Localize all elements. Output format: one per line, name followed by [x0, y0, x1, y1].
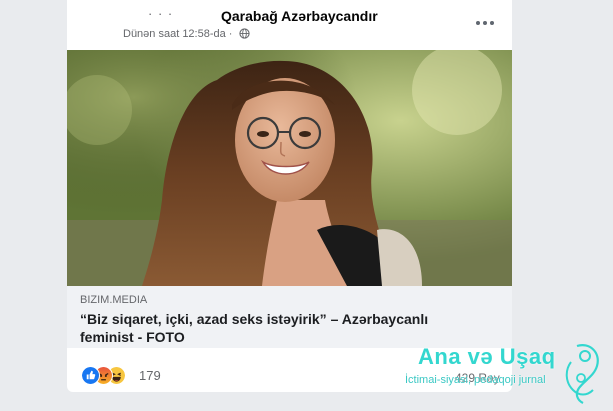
author-name[interactable]: Qarabağ Azərbaycandır [221, 8, 378, 24]
link-title[interactable]: “Biz siqaret, içki, azad seks istəyirik”… [80, 310, 480, 346]
watermark-title: Ana və Uşaq [418, 344, 556, 369]
more-horizontal-icon [476, 21, 480, 25]
post-card: · · · Qarabağ Azərbaycandır Dünən saat 1… [67, 0, 512, 392]
more-options-button[interactable] [472, 12, 498, 34]
link-preview-image[interactable] [67, 50, 512, 286]
more-dot [490, 21, 494, 25]
mother-child-logo-icon [565, 344, 599, 404]
link-preview[interactable]: BIZIM.MEDIA “Biz siqaret, içki, azad sek… [67, 286, 512, 348]
post-timestamp[interactable]: Dünən saat 12:58-da · [123, 28, 232, 40]
like-icon [81, 366, 100, 385]
post-meta: Dünən saat 12:58-da · [123, 28, 250, 40]
more-dot [483, 21, 487, 25]
woman-portrait-image [67, 50, 512, 286]
post-header: · · · Qarabağ Azərbaycandır Dünən saat 1… [67, 0, 512, 50]
watermark-subtitle: İctimai-siyasi, pedaqoji jurnal [405, 374, 546, 386]
link-domain: BIZIM.MEDIA [80, 294, 148, 306]
author-name-truncated: · · · [148, 6, 174, 21]
reaction-count[interactable]: 179 [139, 368, 161, 383]
globe-icon[interactable] [238, 28, 250, 39]
